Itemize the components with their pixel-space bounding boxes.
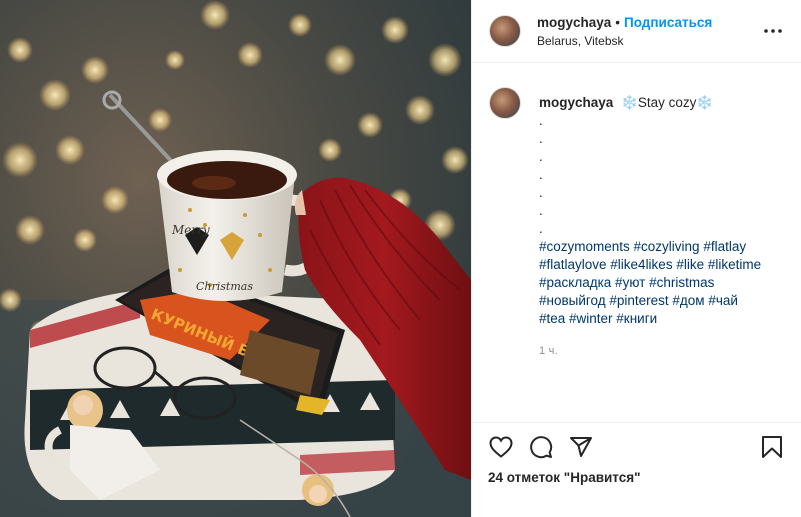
caption-body: mogychaya ❄️Stay cozy❄️ . . . . . . . #c…	[539, 87, 761, 360]
mug-text-christmas: Christmas	[196, 280, 253, 293]
hashtag-line[interactable]: #cozymoments #cozyliving #flatlay	[539, 238, 761, 256]
caption-text: ❄️Stay cozy❄️	[621, 95, 714, 110]
hashtag-line[interactable]: #tea #winter #книги	[539, 310, 761, 328]
comment-icon[interactable]	[528, 434, 554, 460]
share-icon[interactable]	[568, 434, 594, 460]
hashtag-line[interactable]: #раскладка #уют #christmas	[539, 274, 761, 292]
post-sidebar: mogychaya • Подписаться Belarus, Vitebsk…	[471, 0, 801, 517]
caption-dot-line: .	[539, 131, 543, 146]
header-text: mogychaya • Подписаться Belarus, Vitebsk	[537, 14, 761, 48]
hashtag-line[interactable]: #новыйгод #pinterest #дом #чай	[539, 292, 761, 310]
post-photo[interactable]: КУРИНЫЙ БУЛЬОН Merry Christmas	[0, 0, 471, 517]
bookmark-icon[interactable]	[759, 434, 785, 460]
follow-button[interactable]: Подписаться	[624, 14, 712, 31]
caption: mogychaya ❄️Stay cozy❄️ . . . . . . . #c…	[489, 87, 785, 360]
caption-avatar[interactable]	[489, 87, 521, 119]
comments-area: mogychaya ❄️Stay cozy❄️ . . . . . . . #c…	[472, 63, 801, 422]
caption-dot-line: .	[539, 185, 543, 200]
post-location[interactable]: Belarus, Vitebsk	[537, 34, 761, 48]
author-username[interactable]: mogychaya	[537, 14, 611, 31]
more-horizontal-icon[interactable]	[761, 19, 785, 43]
author-avatar[interactable]	[489, 15, 521, 47]
caption-dot-line: .	[539, 113, 543, 128]
hashtags: #cozymoments #cozyliving #flatlay #flatl…	[539, 238, 761, 328]
caption-dots: . . . . . . .	[539, 112, 761, 238]
hashtag-line[interactable]: #flatlaylove #like4likes #like #liketime	[539, 256, 761, 274]
cozy-tea-photo: КУРИНЫЙ БУЛЬОН Merry Christmas	[0, 0, 471, 517]
caption-dot-line: .	[539, 221, 543, 236]
caption-dot-line: .	[539, 203, 543, 218]
likes-count[interactable]: 24 отметок "Нравится"	[488, 470, 785, 485]
mug-text-merry: Merry	[171, 223, 210, 237]
instagram-post: КУРИНЫЙ БУЛЬОН Merry Christmas mogychaya…	[0, 0, 801, 517]
caption-dot-line: .	[539, 149, 543, 164]
action-icons	[488, 423, 785, 471]
post-actions: 24 отметок "Нравится"	[472, 422, 801, 517]
caption-timestamp[interactable]: 1 ч.	[539, 342, 761, 360]
separator-dot: •	[615, 15, 621, 30]
heart-icon[interactable]	[488, 434, 514, 460]
caption-dot-line: .	[539, 167, 543, 182]
post-header: mogychaya • Подписаться Belarus, Vitebsk	[472, 0, 801, 63]
angel-figurine-2	[302, 474, 334, 506]
caption-username[interactable]: mogychaya	[539, 95, 613, 110]
